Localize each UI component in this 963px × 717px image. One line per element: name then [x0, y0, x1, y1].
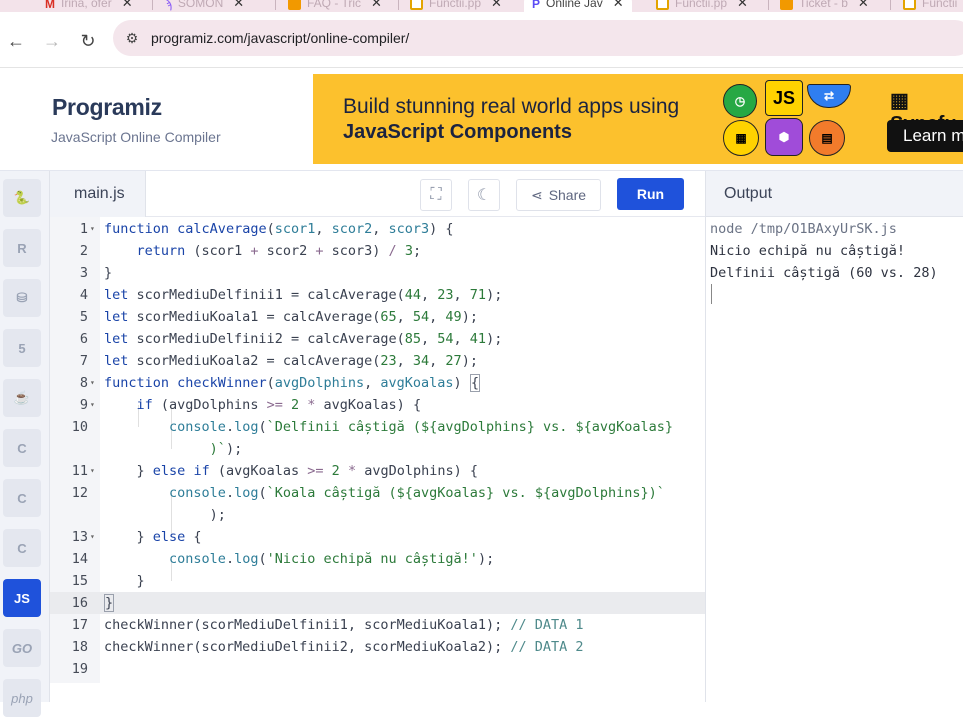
code-line: 15 } — [71, 573, 145, 589]
code-line: 11 ▾ } else if (avgKoalas >= 2 * avgDolph… — [71, 463, 478, 479]
share-icon: ⋖ — [530, 186, 543, 203]
programiz-icon: P — [532, 0, 541, 11]
run-button[interactable]: Run — [617, 178, 684, 210]
output-header: Output — [705, 171, 963, 217]
gmail-icon: M — [45, 0, 55, 11]
programiz-logo[interactable]: Programiz — [52, 94, 162, 121]
tab-title: Irina, ofer — [61, 0, 112, 10]
bookmark-icon — [288, 0, 301, 10]
tab-title: Online Jav — [546, 0, 603, 10]
tab-title: SOMON — [177, 0, 224, 10]
code-line: )`); — [209, 441, 243, 457]
code-line: 9 ▾ if (avgDolphins >= 2 * avgKoalas) { — [79, 397, 422, 413]
code-line: 1 ▾ function calcAverage(scor1, scor2, sco… — [79, 221, 454, 237]
javascript-icon[interactable]: JS — [3, 579, 41, 617]
csharp-icon[interactable]: C — [3, 529, 41, 567]
close-tab-icon[interactable]: ✕ — [491, 0, 502, 11]
slides-icon — [656, 0, 669, 10]
clock-icon: ◷ — [723, 84, 757, 118]
browser-toolbar: ← → ↻ ⚙ programiz.com/javascript/online-… — [0, 12, 963, 68]
file-tab-main-js[interactable]: main.js — [50, 171, 146, 217]
browser-tab[interactable]: Functii — [903, 0, 957, 12]
page-subtitle: JavaScript Online Compiler — [51, 129, 221, 145]
book-icon: ▤ — [809, 120, 845, 156]
output-console[interactable]: node /tmp/O1BAxyUrSK.js Nicio echipă nu … — [705, 217, 963, 702]
tab-title: Functii — [922, 0, 958, 10]
code-line: 13 ▾ } else { — [71, 529, 202, 545]
code-line: 2 return (scor1 + scor2 + scor3) / 3; — [79, 243, 422, 259]
slides-icon — [903, 0, 916, 10]
cpp-icon[interactable]: C — [3, 479, 41, 517]
c-icon[interactable]: C — [3, 429, 41, 467]
js-badge: JS — [765, 80, 803, 116]
code-line: 18 checkWinner(scorMediuDelfinii2, scorMe… — [71, 639, 584, 655]
database-icon[interactable]: ⛁ — [3, 279, 41, 317]
output-line: Nicio echipă nu câștigă! — [710, 243, 906, 259]
browser-tab-strip: M Irina, ofer ✕ ϡ SOMON ✕ FAQ - Tric ✕ F… — [0, 0, 963, 12]
php-icon[interactable]: php — [3, 679, 41, 717]
code-line: 6 let scorMediuDelfinii2 = calcAverage(85… — [79, 331, 503, 347]
browser-tab[interactable]: Functii.pp ✕ — [410, 0, 502, 12]
site-header: Programiz JavaScript Online Compiler Bui… — [0, 68, 963, 171]
python-icon[interactable]: 🐍 — [3, 179, 41, 217]
close-tab-icon[interactable]: ✕ — [233, 0, 244, 11]
close-tab-icon[interactable]: ✕ — [613, 0, 624, 11]
r-icon[interactable]: R — [3, 229, 41, 267]
close-tab-icon[interactable]: ✕ — [858, 0, 869, 11]
calculator-icon: ▦ — [723, 120, 759, 156]
html5-icon[interactable]: 5 — [3, 329, 41, 367]
java-icon[interactable]: ☕ — [3, 379, 41, 417]
code-line: ); — [104, 507, 226, 523]
close-tab-icon[interactable]: ✕ — [737, 0, 748, 11]
ad-banner[interactable]: Build stunning real world apps using Jav… — [313, 74, 963, 164]
address-bar[interactable]: ⚙ programiz.com/javascript/online-compil… — [113, 20, 963, 56]
close-tab-icon[interactable]: ✕ — [371, 0, 382, 11]
bookmark-icon — [780, 0, 793, 10]
forward-arrow-icon[interactable]: → — [41, 30, 63, 52]
ad-headline: Build stunning real world apps using — [343, 95, 680, 118]
dark-mode-icon[interactable]: ☾ — [468, 179, 500, 211]
close-tab-icon[interactable]: ✕ — [122, 0, 133, 11]
browser-tab[interactable]: ϡ SOMON ✕ — [165, 0, 244, 12]
browser-tab[interactable]: M Irina, ofer ✕ — [45, 0, 133, 12]
output-cursor — [711, 284, 712, 304]
code-line: 19 — [71, 661, 88, 677]
output-command-line: node /tmp/O1BAxyUrSK.js — [710, 221, 897, 237]
go-icon[interactable]: GO — [3, 629, 41, 667]
browser-tab[interactable]: Functii.pp ✕ — [656, 0, 748, 12]
code-line: 7 let scorMediuKoala2 = calcAverage(23, 3… — [79, 353, 478, 369]
code-line: 3} — [79, 265, 113, 281]
tab-title: Functii.pp — [675, 0, 728, 10]
sliders-icon: ⇄ — [807, 84, 851, 108]
browser-tab[interactable]: Ticket - b ✕ — [780, 0, 869, 12]
code-line: 14 console.log('Nicio echipă nu câștigă!… — [71, 551, 495, 567]
output-line: Delfinii câștigă (60 vs. 28) — [710, 265, 938, 281]
url-text[interactable]: programiz.com/javascript/online-compiler… — [151, 30, 409, 46]
share-button[interactable]: ⋖ Share — [516, 179, 601, 211]
reload-icon[interactable]: ↻ — [77, 30, 99, 52]
code-line: 5 let scorMediuKoala1 = calcAverage(65, 5… — [79, 309, 478, 325]
code-line: 4 let scorMediuDelfinii1 = calcAverage(44… — [79, 287, 503, 303]
browser-tab-active[interactable]: P Online Jav ✕ — [524, 0, 632, 12]
site-settings-icon[interactable]: ⚙ — [123, 29, 141, 47]
back-arrow-icon[interactable]: ← — [5, 30, 27, 52]
browser-tab[interactable]: FAQ - Tric ✕ — [288, 0, 382, 12]
code-line: 10 console.log(`Delfinii câștigă (${avgD… — [71, 419, 673, 435]
fullscreen-icon[interactable]: ⛶ — [420, 179, 452, 211]
language-sidebar: 🐍 R ⛁ 5 ☕ C C C JS GO php — [0, 171, 50, 717]
tab-title: FAQ - Tric — [307, 0, 361, 10]
code-line: 17 checkWinner(scorMediuDelfinii1, scorMe… — [71, 617, 584, 633]
code-line: 12 console.log(`Koala câștigă (${avgKoal… — [71, 485, 665, 501]
tab-title: Functii.pp — [429, 0, 482, 10]
cube-icon: ⬢ — [765, 118, 803, 156]
tab-title: Ticket - b — [799, 0, 848, 10]
somon-icon: ϡ — [165, 0, 172, 11]
code-editor[interactable]: 1 ▾ function calcAverage(scor1, scor2, sco… — [50, 217, 705, 702]
code-line-active: 16} — [50, 592, 705, 614]
learn-more-button[interactable]: Learn m — [887, 120, 963, 152]
editor-toolbar: main.js ⛶ ☾ ⋖ Share Run — [50, 171, 705, 217]
code-line: 8 ▾ function checkWinner(avgDolphins, avgK… — [79, 374, 480, 392]
ad-subheadline: JavaScript Components — [343, 121, 572, 143]
slides-icon — [410, 0, 423, 10]
